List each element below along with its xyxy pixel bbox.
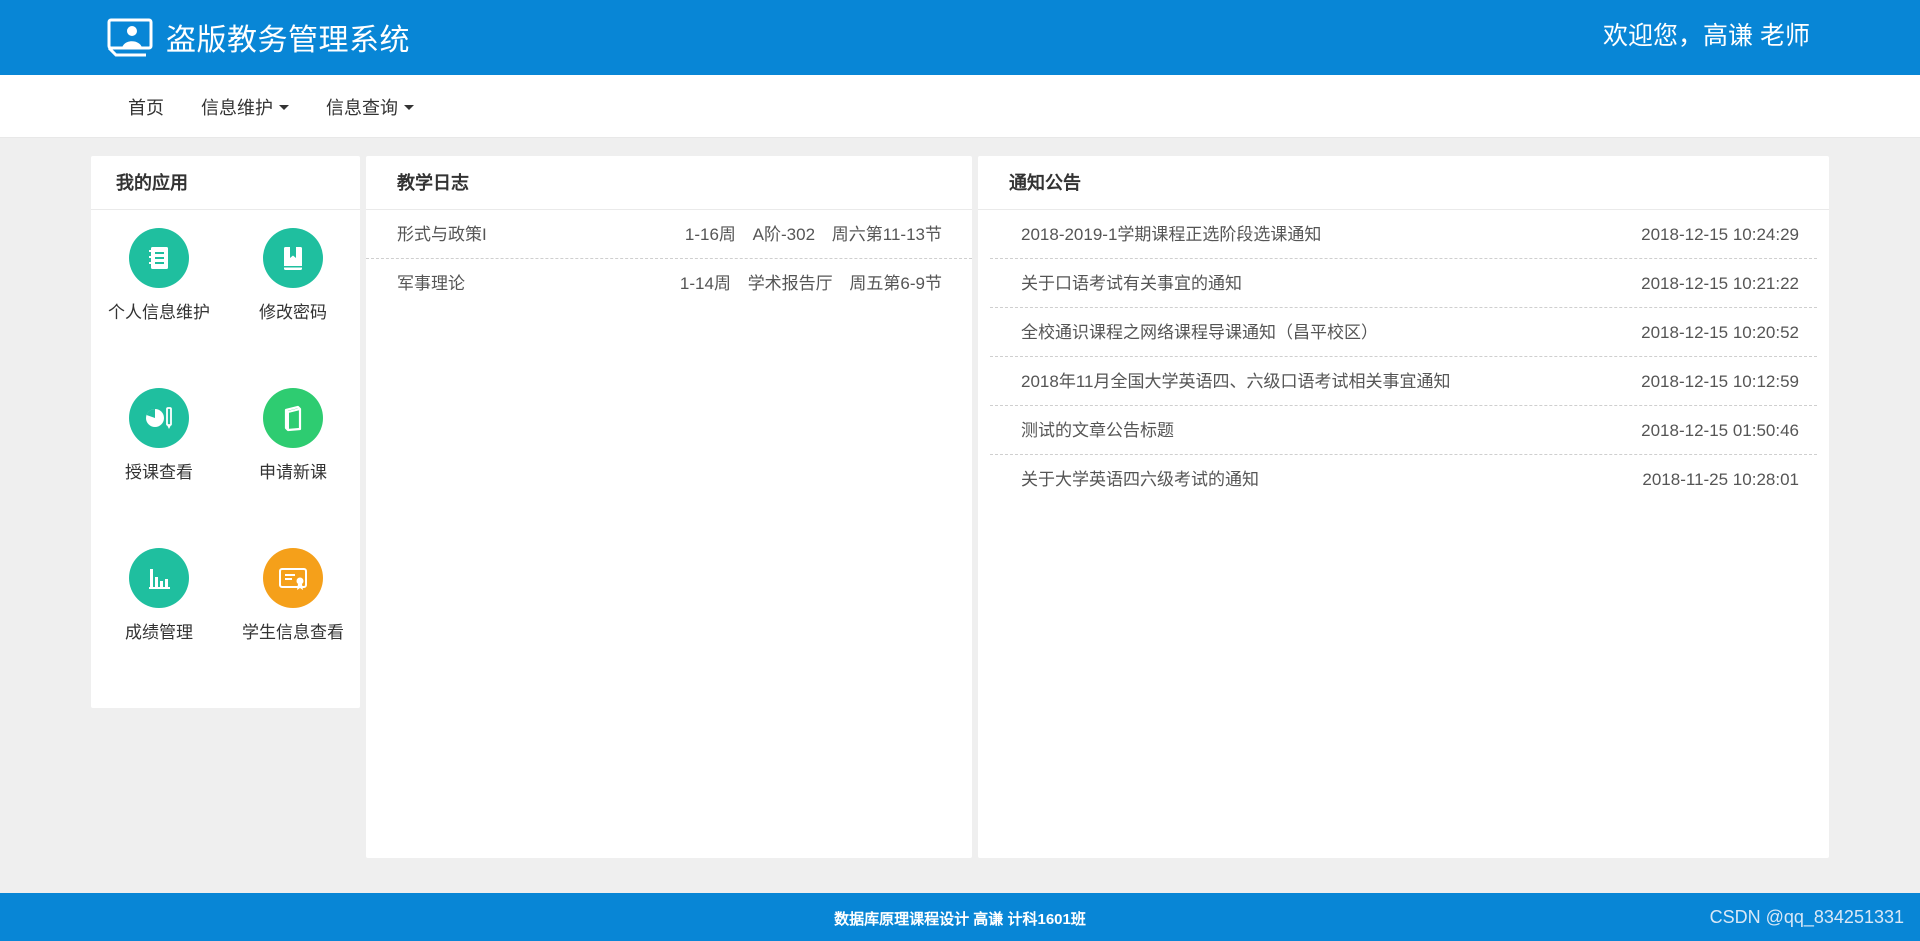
course-name: 军事理论 bbox=[397, 274, 465, 293]
app-icon-circle bbox=[263, 388, 323, 448]
nav-item-label: 信息维护 bbox=[201, 98, 273, 118]
panel-title: 通知公告 bbox=[978, 156, 1829, 210]
notice-row[interactable]: 全校通识课程之网络课程导课通知（昌平校区） 2018-12-15 10:20:5… bbox=[990, 308, 1817, 357]
app-personal-info[interactable]: 个人信息维护 bbox=[94, 228, 224, 323]
notice-row[interactable]: 关于大学英语四六级考试的通知 2018-11-25 10:28:01 bbox=[990, 455, 1817, 504]
notice-title: 全校通识课程之网络课程导课通知（昌平校区） bbox=[1021, 323, 1378, 342]
bookmark-book-icon bbox=[284, 247, 302, 270]
app-icon-circle bbox=[129, 228, 189, 288]
notice-time: 2018-12-15 10:21:22 bbox=[1641, 274, 1799, 293]
panel-title: 我的应用 bbox=[91, 156, 360, 210]
app-label: 授课查看 bbox=[125, 463, 193, 482]
notice-time: 2018-12-15 01:50:46 bbox=[1641, 421, 1799, 440]
app-label: 修改密码 bbox=[259, 303, 327, 322]
welcome-text: 欢迎您，高谦 老师 bbox=[1603, 22, 1810, 50]
notice-time: 2018-11-25 10:28:01 bbox=[1642, 470, 1799, 489]
brand[interactable]: 盗版教务管理系统 bbox=[106, 14, 410, 60]
course-weeks: 1-16周 bbox=[684, 225, 736, 244]
notice-time: 2018-12-15 10:24:29 bbox=[1641, 225, 1799, 244]
app-label: 个人信息维护 bbox=[108, 303, 210, 322]
app-student-info[interactable]: 学生信息查看 bbox=[228, 548, 358, 643]
nav-item-info-query[interactable]: 信息查询 bbox=[326, 94, 414, 120]
app-change-password[interactable]: 修改密码 bbox=[228, 228, 358, 323]
teaching-journal-panel: 教学日志 形式与政策I 1-16周 A阶-302 周六第11-13节 军事理论 … bbox=[366, 156, 972, 858]
notice-title: 2018年11月全国大学英语四、六级口语考试相关事宜通知 bbox=[1021, 372, 1451, 391]
panel-title: 教学日志 bbox=[366, 156, 972, 210]
notebook-icon bbox=[149, 247, 168, 269]
nav-item-label: 信息查询 bbox=[326, 98, 398, 118]
notice-list: 2018-2019-1学期课程正选阶段选课通知 2018-12-15 10:24… bbox=[978, 210, 1829, 504]
course-room: A阶-302 bbox=[752, 225, 816, 244]
course-meta: 1-16周 A阶-302 周六第11-13节 bbox=[673, 210, 942, 259]
app-title: 盗版教务管理系统 bbox=[166, 24, 410, 57]
nav-item-info-maintenance[interactable]: 信息维护 bbox=[201, 94, 289, 120]
footer: 数据库原理课程设计 高谦 计科1601班 CSDN @qq_834251331 bbox=[0, 893, 1920, 941]
app-icon-circle bbox=[129, 548, 189, 608]
caret-down-icon bbox=[404, 104, 414, 110]
watermark: CSDN @qq_834251331 bbox=[1709, 907, 1904, 927]
notice-title: 关于大学英语四六级考试的通知 bbox=[1021, 470, 1259, 489]
notice-row[interactable]: 测试的文章公告标题 2018-12-15 01:50:46 bbox=[990, 406, 1817, 455]
course-time: 周六第11-13节 bbox=[831, 225, 942, 244]
app-label: 申请新课 bbox=[259, 463, 327, 482]
notice-title: 关于口语考试有关事宜的通知 bbox=[1021, 274, 1242, 293]
caret-down-icon bbox=[279, 104, 289, 110]
notice-row[interactable]: 2018年11月全国大学英语四、六级口语考试相关事宜通知 2018-12-15 … bbox=[990, 357, 1817, 406]
nav-item-label: 首页 bbox=[128, 98, 164, 118]
course-meta: 1-14周 学术报告厅 周五第6-9节 bbox=[668, 259, 942, 308]
top-header: 盗版教务管理系统 欢迎您，高谦 老师 bbox=[0, 0, 1920, 75]
notice-row[interactable]: 2018-2019-1学期课程正选阶段选课通知 2018-12-15 10:24… bbox=[990, 210, 1817, 259]
app-icon-circle bbox=[263, 548, 323, 608]
app-label: 成绩管理 bbox=[125, 623, 193, 642]
journal-row[interactable]: 军事理论 1-14周 学术报告厅 周五第6-9节 bbox=[366, 259, 972, 308]
notice-row[interactable]: 关于口语考试有关事宜的通知 2018-12-15 10:21:22 bbox=[990, 259, 1817, 308]
notice-title: 测试的文章公告标题 bbox=[1021, 421, 1174, 440]
main-nav: 首页 信息维护 信息查询 bbox=[0, 75, 1920, 138]
bar-chart-icon bbox=[149, 569, 170, 589]
nav-item-home[interactable]: 首页 bbox=[128, 94, 164, 120]
monitor-user-icon bbox=[107, 18, 153, 57]
notice-time: 2018-12-15 10:12:59 bbox=[1641, 372, 1799, 391]
app-icon-circle bbox=[129, 388, 189, 448]
journal-row[interactable]: 形式与政策I 1-16周 A阶-302 周六第11-13节 bbox=[366, 210, 972, 259]
my-apps-panel: 我的应用 个人信息维护 修改密码 授课查看 申请新课 成绩管理 学生信息查看 bbox=[91, 156, 360, 708]
app-grade-management[interactable]: 成绩管理 bbox=[94, 548, 224, 643]
course-weeks: 1-14周 bbox=[679, 274, 731, 293]
notice-panel: 通知公告 2018-2019-1学期课程正选阶段选课通知 2018-12-15 … bbox=[978, 156, 1829, 858]
app-icon-circle bbox=[263, 228, 323, 288]
book-icon bbox=[284, 405, 302, 432]
certificate-icon bbox=[279, 568, 307, 590]
app-teaching-view[interactable]: 授课查看 bbox=[94, 388, 224, 483]
course-name: 形式与政策I bbox=[397, 225, 487, 244]
app-grid: 个人信息维护 修改密码 授课查看 申请新课 成绩管理 学生信息查看 bbox=[91, 210, 360, 700]
course-time: 周五第6-9节 bbox=[849, 274, 942, 293]
app-label: 学生信息查看 bbox=[242, 623, 344, 642]
notice-time: 2018-12-15 10:20:52 bbox=[1641, 323, 1799, 342]
app-apply-new-course[interactable]: 申请新课 bbox=[228, 388, 358, 483]
pie-chart-pencil-icon bbox=[146, 407, 172, 429]
footer-text: 数据库原理课程设计 高谦 计科1601班 bbox=[834, 911, 1086, 928]
course-room: 学术报告厅 bbox=[747, 274, 833, 293]
notice-title: 2018-2019-1学期课程正选阶段选课通知 bbox=[1021, 225, 1322, 244]
